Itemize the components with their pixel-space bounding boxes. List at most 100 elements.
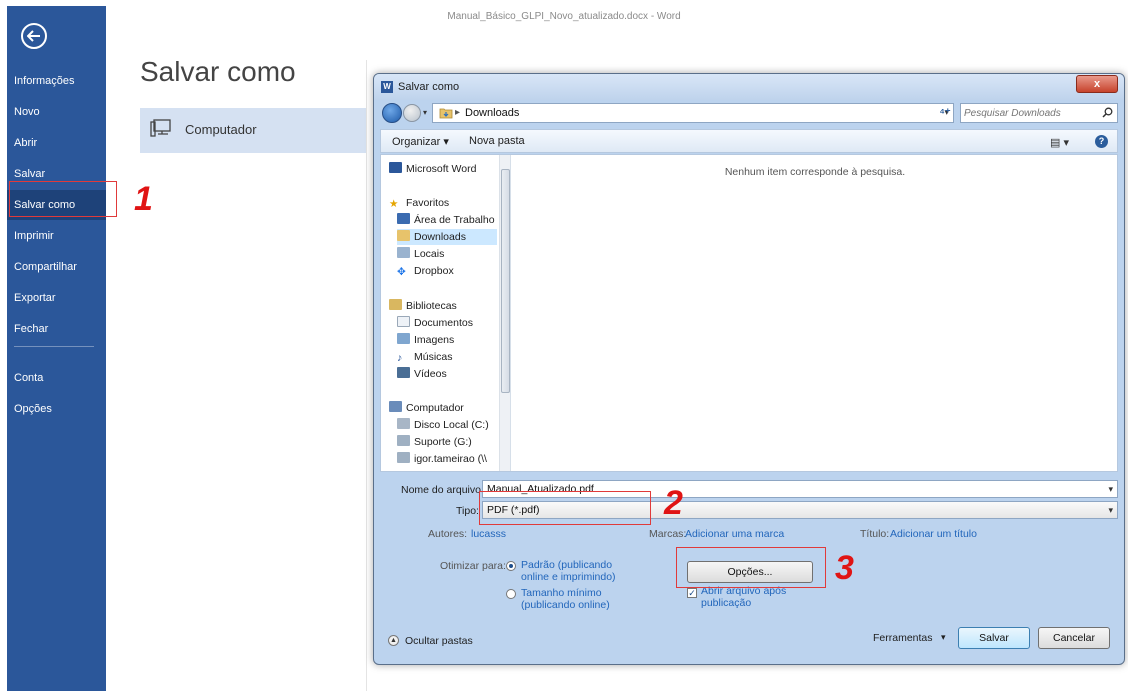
sidebar-item-novo[interactable]: Novo	[7, 97, 106, 127]
tree-item-documents[interactable]: Documentos	[397, 315, 473, 331]
dialog-titlebar[interactable]: W Salvar como x	[374, 74, 1124, 100]
optimize-label: Otimizar para:	[440, 560, 506, 572]
tree-item-igor[interactable]: igor.tameirao (\\	[397, 451, 487, 467]
sidebar-item-opcoes[interactable]: Opções	[7, 394, 106, 424]
network-drive-icon	[397, 435, 410, 446]
sidebar-item-imprimir[interactable]: Imprimir	[7, 221, 106, 251]
sidebar-item-fechar[interactable]: Fechar	[7, 314, 106, 344]
tree-item-suporte[interactable]: Suporte (G:)	[397, 434, 472, 450]
annotation-number-3: 3	[835, 549, 854, 587]
sidebar-item-informacoes[interactable]: Informações	[7, 66, 106, 96]
word-backstage-screen: Manual_Básico_GLPI_Novo_atualizado.docx …	[0, 0, 1128, 691]
tree-item-downloads[interactable]: Downloads	[397, 229, 497, 245]
annotation-number-2: 2	[664, 484, 683, 522]
radio-standard[interactable]	[506, 561, 516, 571]
scrollbar-thumb[interactable]	[501, 169, 510, 393]
divider	[366, 60, 367, 691]
tree-item-disk-c[interactable]: Disco Local (C:)	[397, 417, 489, 433]
videos-icon	[397, 367, 410, 378]
place-computer-label: Computador	[185, 122, 257, 137]
new-folder-button[interactable]: Nova pasta	[469, 135, 525, 147]
navigation-scrollbar[interactable]	[499, 155, 510, 471]
title-value[interactable]: Adicionar um título	[890, 528, 977, 540]
help-icon[interactable]: ?	[1095, 135, 1108, 148]
authors-value[interactable]: lucasss	[471, 528, 506, 540]
navigation-pane: Microsoft Word ★ Favoritos Área de Trabal…	[381, 155, 511, 471]
computer-icon	[389, 401, 402, 412]
cancel-button[interactable]: Cancelar	[1038, 627, 1110, 649]
backstage-sidebar: Informações Novo Abrir Salvar Salvar com…	[7, 6, 106, 691]
view-options-icon[interactable]: ▤ ▾	[1050, 136, 1069, 149]
tree-item-images[interactable]: Imagens	[397, 332, 454, 348]
close-button[interactable]: x	[1076, 75, 1118, 93]
sidebar-item-compartilhar[interactable]: Compartilhar	[7, 252, 106, 282]
downloads-folder-icon	[397, 230, 410, 241]
window-title: Manual_Básico_GLPI_Novo_atualizado.docx …	[447, 11, 681, 22]
history-dropdown-icon[interactable]: ▾	[423, 108, 427, 117]
sidebar-item-abrir[interactable]: Abrir	[7, 128, 106, 158]
desktop-icon	[397, 213, 410, 224]
tree-item-desktop[interactable]: Área de Trabalho	[397, 212, 495, 228]
documents-icon	[397, 316, 410, 327]
tags-label: Marcas:	[649, 528, 687, 540]
sidebar-item-conta[interactable]: Conta	[7, 363, 106, 393]
collapse-icon[interactable]: ▲	[388, 635, 399, 646]
type-label: Tipo:	[456, 505, 479, 517]
tree-item-music[interactable]: ♪ Músicas	[397, 349, 453, 365]
tools-dropdown-icon[interactable]: ▾	[941, 632, 946, 643]
drive-icon	[397, 418, 410, 429]
dropbox-icon: ✥	[397, 266, 406, 278]
back-arrow-icon[interactable]	[21, 23, 47, 49]
annotation-box-2	[479, 491, 651, 525]
breadcrumb-separator: ▸	[455, 107, 461, 118]
empty-results-message: Nenhum item corresponde à pesquisa.	[724, 166, 906, 178]
filename-label: Nome do arquivo:	[401, 484, 484, 496]
tree-item-dropbox[interactable]: ✥ Dropbox	[397, 263, 454, 279]
search-box[interactable]	[960, 103, 1118, 123]
word-icon	[389, 162, 402, 173]
file-list-pane[interactable]: Nenhum item corresponde à pesquisa.	[512, 155, 1118, 471]
annotation-box-1	[9, 181, 117, 217]
forward-nav-button[interactable]	[403, 104, 421, 122]
computer-icon	[150, 119, 171, 137]
images-icon	[397, 333, 410, 344]
title-label: Título:	[860, 528, 890, 540]
dialog-title: Salvar como	[398, 81, 460, 93]
address-bar[interactable]: ▸ Downloads ▾	[432, 103, 954, 123]
radio-standard-label[interactable]: Padrão (publicando online e imprimindo)	[521, 559, 621, 583]
network-drive-icon	[397, 452, 410, 463]
downloads-folder-icon	[439, 108, 453, 119]
tree-item-word[interactable]: Microsoft Word	[389, 161, 476, 177]
address-row: ▾ ▸ Downloads ▾ ⁴⁺	[380, 102, 1118, 124]
back-nav-button[interactable]	[382, 103, 402, 123]
tree-item-libraries[interactable]: Bibliotecas	[389, 298, 457, 314]
dialog-toolbar: Organizar ▾ Nova pasta ▤ ▾ ?	[380, 129, 1118, 153]
address-path[interactable]: Downloads	[465, 107, 519, 119]
refresh-icon[interactable]: ⁴⁺	[934, 103, 956, 123]
tags-value[interactable]: Adicionar uma marca	[685, 528, 784, 540]
place-computer[interactable]: Computador	[140, 108, 366, 153]
organize-button[interactable]: Organizar ▾	[392, 135, 449, 148]
sidebar-item-exportar[interactable]: Exportar	[7, 283, 106, 313]
star-icon: ★	[389, 198, 399, 210]
radio-minimum-label[interactable]: Tamanho mínimo (publicando online)	[521, 587, 621, 611]
search-input[interactable]	[964, 106, 1094, 120]
tree-item-computer[interactable]: Computador	[389, 400, 464, 416]
tools-button[interactable]: Ferramentas	[873, 632, 933, 644]
chevron-down-icon[interactable]: ▾	[1108, 481, 1113, 497]
authors-label: Autores:	[428, 528, 468, 540]
tree-item-videos[interactable]: Vídeos	[397, 366, 447, 382]
open-after-checkbox[interactable]: ✓	[687, 588, 697, 598]
open-after-label[interactable]: Abrir arquivo após publicação	[701, 585, 801, 609]
search-icon[interactable]	[1102, 107, 1113, 118]
annotation-box-3	[676, 547, 826, 588]
save-button[interactable]: Salvar	[958, 627, 1030, 649]
word-icon: W	[381, 81, 393, 93]
tree-item-locais[interactable]: Locais	[397, 246, 444, 262]
libraries-icon	[389, 299, 402, 310]
page-title: Salvar como	[140, 56, 296, 87]
tree-item-favorites[interactable]: ★ Favoritos	[389, 195, 449, 211]
chevron-down-icon[interactable]: ▾	[1108, 502, 1113, 518]
radio-minimum[interactable]	[506, 589, 516, 599]
hide-folders-button[interactable]: Ocultar pastas	[405, 635, 473, 647]
